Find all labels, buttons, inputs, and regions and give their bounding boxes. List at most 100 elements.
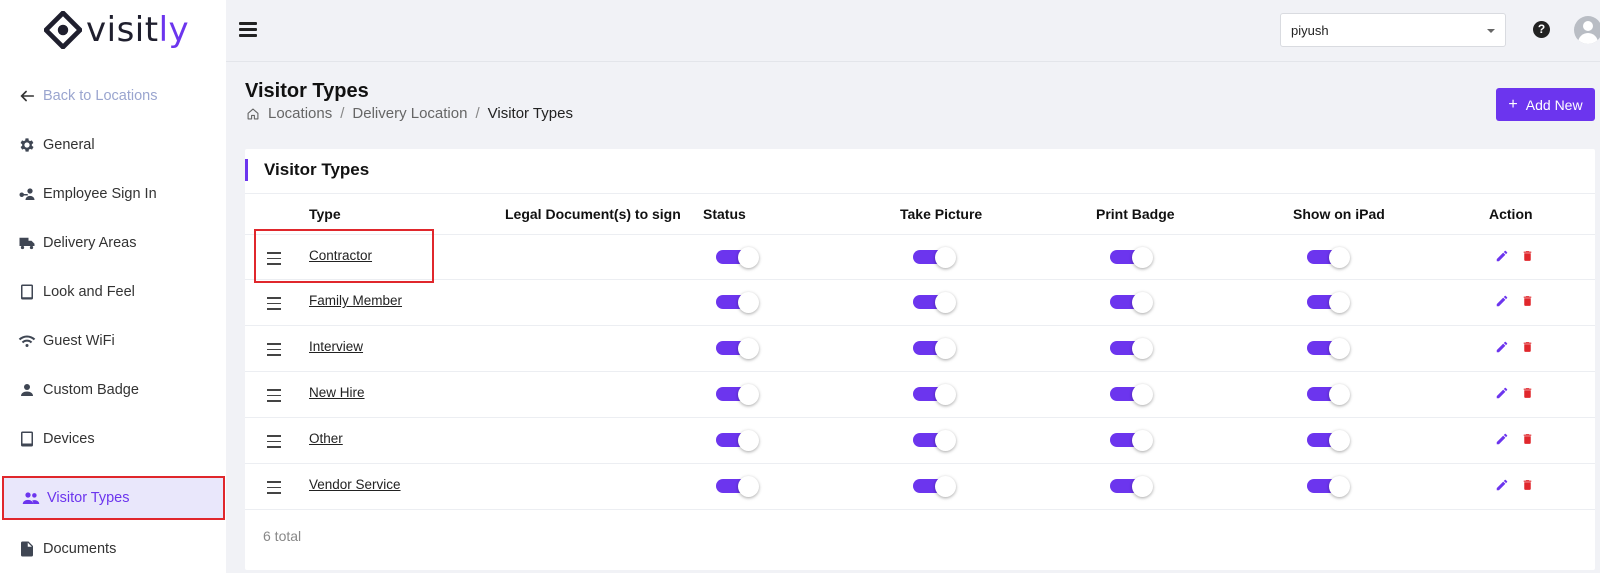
sidebar-item-delivery-areas[interactable]: Delivery Areas (0, 221, 226, 265)
visitly-logo[interactable]: visitly (44, 10, 190, 50)
print-badge-toggle[interactable] (1110, 384, 1153, 405)
people-icon (21, 488, 41, 508)
column-header-take-picture: Take Picture (900, 206, 983, 222)
sidebar-item-label: Guest WiFi (43, 333, 115, 349)
plus-icon: + (1508, 95, 1518, 113)
tablet-icon (17, 282, 37, 302)
visitor-type-link[interactable]: Interview (309, 339, 363, 354)
sidebar-item-label: General (43, 137, 95, 153)
table-row: Vendor Service (245, 464, 1595, 510)
edit-pencil-icon[interactable] (1495, 294, 1509, 308)
edit-pencil-icon[interactable] (1495, 432, 1509, 446)
show-on-ipad-toggle[interactable] (1307, 338, 1350, 359)
visitor-type-link[interactable]: Vendor Service (309, 477, 401, 492)
card-title: Visitor Types (245, 159, 369, 181)
drag-handle-icon[interactable] (267, 343, 281, 356)
wifi-icon (17, 331, 37, 351)
sidebar-item-visitor-types[interactable]: Visitor Types (2, 476, 225, 520)
print-badge-toggle[interactable] (1110, 476, 1153, 497)
home-icon[interactable] (246, 107, 260, 121)
edit-pencil-icon[interactable] (1495, 478, 1509, 492)
print-badge-toggle[interactable] (1110, 247, 1153, 268)
drag-handle-icon[interactable] (267, 297, 281, 310)
status-toggle[interactable] (716, 384, 759, 405)
visitor-type-link[interactable]: Family Member (309, 293, 402, 308)
logo-mark-icon (44, 11, 82, 49)
delete-trash-icon[interactable] (1521, 432, 1534, 446)
show-on-ipad-toggle[interactable] (1307, 430, 1350, 451)
tablet-icon (17, 429, 37, 449)
column-header-print-badge: Print Badge (1096, 206, 1175, 222)
visitor-types-card: Visitor Types Type Legal Document(s) to … (245, 149, 1595, 570)
show-on-ipad-toggle[interactable] (1307, 476, 1350, 497)
status-toggle[interactable] (716, 476, 759, 497)
delete-trash-icon[interactable] (1521, 478, 1534, 492)
delete-trash-icon[interactable] (1521, 386, 1534, 400)
edit-pencil-icon[interactable] (1495, 386, 1509, 400)
visitor-type-link[interactable]: Other (309, 431, 343, 446)
status-toggle[interactable] (716, 247, 759, 268)
sidebar-item-label: Delivery Areas (43, 235, 137, 251)
visitor-type-link[interactable]: New Hire (309, 385, 365, 400)
show-on-ipad-toggle[interactable] (1307, 292, 1350, 313)
take-picture-toggle[interactable] (913, 430, 956, 451)
back-to-locations-link[interactable]: Back to Locations (0, 74, 226, 118)
sidebar-item-guest-wifi[interactable]: Guest WiFi (0, 319, 226, 363)
sidebar-item-general[interactable]: General (0, 123, 226, 167)
breadcrumb-locations[interactable]: Locations (268, 105, 332, 122)
breadcrumb-delivery-location[interactable]: Delivery Location (352, 105, 467, 122)
print-badge-toggle[interactable] (1110, 430, 1153, 451)
print-badge-toggle[interactable] (1110, 292, 1153, 313)
edit-pencil-icon[interactable] (1495, 249, 1509, 263)
avatar[interactable] (1574, 16, 1600, 44)
column-header-status: Status (703, 206, 746, 222)
delete-trash-icon[interactable] (1521, 340, 1534, 354)
take-picture-toggle[interactable] (913, 338, 956, 359)
breadcrumb: Locations / Delivery Location / Visitor … (246, 105, 573, 122)
drag-handle-icon[interactable] (267, 435, 281, 448)
document-icon (17, 539, 37, 559)
show-on-ipad-toggle[interactable] (1307, 247, 1350, 268)
visitor-type-link[interactable]: Contractor (309, 248, 372, 263)
status-toggle[interactable] (716, 430, 759, 451)
table-row: Interview (245, 326, 1595, 372)
add-new-button[interactable]: + Add New (1496, 88, 1595, 121)
sidebar-item-look-and-feel[interactable]: Look and Feel (0, 270, 226, 314)
column-header-type: Type (309, 206, 341, 222)
take-picture-toggle[interactable] (913, 384, 956, 405)
employee-key-icon (17, 184, 37, 204)
show-on-ipad-toggle[interactable] (1307, 384, 1350, 405)
sidebar-item-documents[interactable]: Documents (0, 527, 226, 571)
sidebar-item-custom-badge[interactable]: Custom Badge (0, 368, 226, 412)
drag-handle-icon[interactable] (267, 481, 281, 494)
table-row: New Hire (245, 372, 1595, 418)
status-toggle[interactable] (716, 292, 759, 313)
sidebar-item-label: Documents (43, 541, 117, 557)
take-picture-toggle[interactable] (913, 476, 956, 497)
total-count: 6 total (263, 528, 302, 544)
sidebar-item-devices[interactable]: Devices (0, 417, 226, 461)
logo-wordmark: visitly (86, 10, 190, 50)
column-header-legal-documents: Legal Document(s) to sign (505, 206, 681, 222)
user-select[interactable]: piyush (1280, 13, 1506, 47)
edit-pencil-icon[interactable] (1495, 340, 1509, 354)
delete-trash-icon[interactable] (1521, 249, 1534, 263)
drag-handle-icon[interactable] (267, 389, 281, 402)
print-badge-toggle[interactable] (1110, 338, 1153, 359)
help-icon[interactable]: ? (1533, 21, 1550, 38)
status-toggle[interactable] (716, 338, 759, 359)
page-title: Visitor Types (245, 80, 369, 102)
drag-handle-icon[interactable] (267, 252, 281, 265)
take-picture-toggle[interactable] (913, 247, 956, 268)
sidebar-item-label: Employee Sign In (43, 186, 157, 202)
person-icon (17, 380, 37, 400)
add-new-label: Add New (1525, 96, 1583, 113)
sidebar-item-employee-sign-in[interactable]: Employee Sign In (0, 172, 226, 216)
column-header-action: Action (1489, 206, 1533, 222)
menu-toggle-icon[interactable] (239, 22, 257, 38)
sidebar: visitly Back to Locations General Employ… (0, 0, 226, 573)
sidebar-item-label: Devices (43, 431, 95, 447)
take-picture-toggle[interactable] (913, 292, 956, 313)
table-row: Family Member (245, 280, 1595, 326)
delete-trash-icon[interactable] (1521, 294, 1534, 308)
